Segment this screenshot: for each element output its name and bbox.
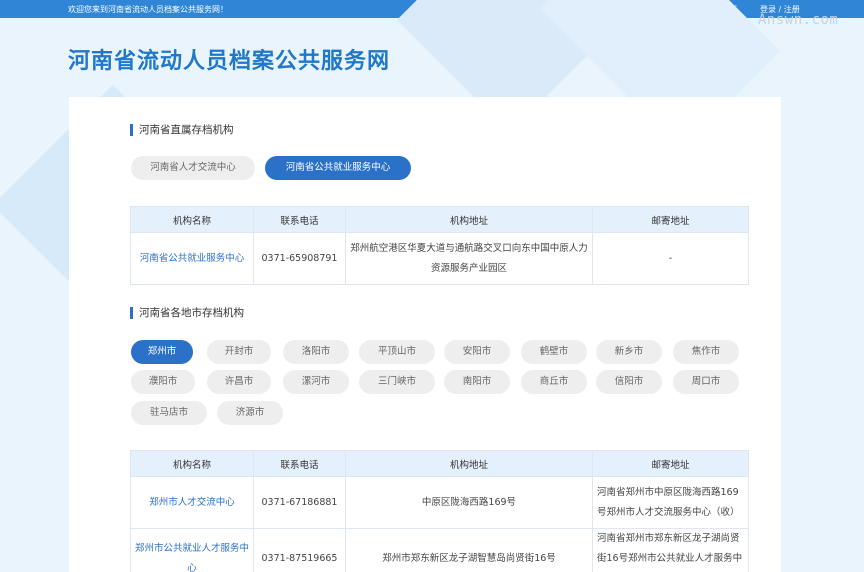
org-phone: 0371-87519665: [253, 528, 346, 572]
section-title-cities: 河南省各地市存档机构: [130, 307, 244, 319]
city-tab-luohe[interactable]: 漯河市: [283, 370, 349, 394]
city-tab-jiyuan[interactable]: 济源市: [217, 401, 283, 425]
city-tab-anyang[interactable]: 安阳市: [444, 340, 510, 364]
org-name-link[interactable]: 河南省公共就业服务中心: [130, 232, 254, 285]
city-table: 机构名称 联系电话 机构地址 邮寄地址 郑州市人才交流中心 0371-67186…: [130, 450, 749, 572]
watermark: Answn.com: [758, 12, 839, 28]
provincial-table: 机构名称 联系电话 机构地址 邮寄地址 河南省公共就业服务中心 0371-659…: [130, 206, 749, 285]
col-header-phone: 联系电话: [253, 206, 346, 233]
city-tab-hebi[interactable]: 鹤壁市: [521, 340, 587, 364]
table-row: 河南省公共就业服务中心 0371-65908791 郑州航空港区华夏大道与通航路…: [130, 232, 749, 285]
col-header-address: 机构地址: [345, 450, 593, 477]
org-address: 郑州市郑东新区龙子湖智慧岛尚贤街16号: [345, 528, 593, 572]
city-tab-xuchang[interactable]: 许昌市: [207, 370, 271, 394]
col-header-name: 机构名称: [130, 450, 254, 477]
col-header-mail: 邮寄地址: [592, 450, 749, 477]
tab-provincial-employment-center[interactable]: 河南省公共就业服务中心: [265, 156, 411, 180]
tab-provincial-talent-center[interactable]: 河南省人才交流中心: [131, 156, 255, 180]
city-tab-jiaozuo[interactable]: 焦作市: [673, 340, 739, 364]
org-address: 中原区陇海西路169号: [345, 476, 593, 529]
col-header-address: 机构地址: [345, 206, 593, 233]
city-tab-xinyang[interactable]: 信阳市: [596, 370, 662, 394]
city-tab-pingdingshan[interactable]: 平顶山市: [359, 340, 435, 364]
col-header-phone: 联系电话: [253, 450, 346, 477]
city-tab-shangqiu[interactable]: 商丘市: [521, 370, 587, 394]
org-mail: 河南省郑州市郑东新区龙子湖尚贤街16号郑州市公共就业人才服务中心: [592, 528, 749, 572]
city-tab-luoyang[interactable]: 洛阳市: [283, 340, 349, 364]
org-phone: 0371-65908791: [253, 232, 346, 285]
org-address: 郑州航空港区华夏大道与通航路交叉口向东中国中原人力资源服务产业园区: [345, 232, 593, 285]
content-panel: 河南省直属存档机构 河南省人才交流中心 河南省公共就业服务中心 机构名称 联系电…: [69, 97, 781, 572]
city-tab-xinxiang[interactable]: 新乡市: [596, 340, 662, 364]
city-tab-zhengzhou[interactable]: 郑州市: [131, 340, 193, 364]
city-tab-zhumadian[interactable]: 驻马店市: [131, 401, 207, 425]
org-mail: 河南省郑州市中原区陇海西路169号郑州市人才交流服务中心（收）: [592, 476, 749, 529]
org-mail: -: [592, 232, 749, 285]
col-header-mail: 邮寄地址: [592, 206, 749, 233]
city-tab-zhoukou[interactable]: 周口市: [673, 370, 739, 394]
col-header-name: 机构名称: [130, 206, 254, 233]
city-tab-kaifeng[interactable]: 开封市: [207, 340, 271, 364]
org-phone: 0371-67186881: [253, 476, 346, 529]
table-row: 郑州市公共就业人才服务中心 0371-87519665 郑州市郑东新区龙子湖智慧…: [130, 528, 749, 572]
section-title-provincial: 河南省直属存档机构: [130, 124, 234, 136]
city-tab-puyang[interactable]: 濮阳市: [131, 370, 195, 394]
welcome-text: 欢迎您来到河南省流动人员档案公共服务网！: [68, 5, 228, 14]
org-name-link[interactable]: 郑州市公共就业人才服务中心: [130, 528, 254, 572]
org-name-link[interactable]: 郑州市人才交流中心: [130, 476, 254, 529]
city-tab-sanmenxia[interactable]: 三门峡市: [359, 370, 435, 394]
table-row: 郑州市人才交流中心 0371-67186881 中原区陇海西路169号 河南省郑…: [130, 476, 749, 529]
site-title: 河南省流动人员档案公共服务网: [68, 49, 391, 74]
city-tab-nanyang[interactable]: 南阳市: [444, 370, 510, 394]
